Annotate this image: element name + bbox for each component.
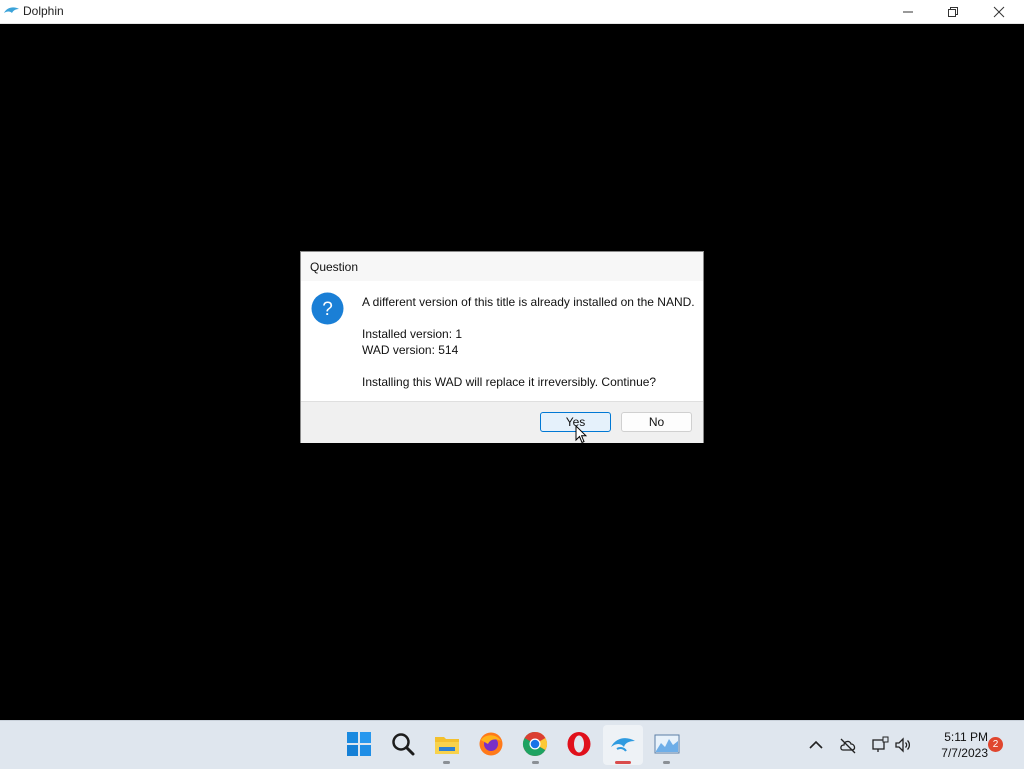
minimize-button[interactable] bbox=[885, 0, 931, 23]
mouse-cursor-icon bbox=[575, 425, 587, 444]
close-button[interactable] bbox=[976, 0, 1022, 23]
dialog-message: A different version of this title is alr… bbox=[362, 295, 695, 309]
windows-start-icon[interactable] bbox=[346, 731, 372, 757]
firefox-icon[interactable] bbox=[478, 731, 504, 757]
no-button[interactable]: No bbox=[621, 412, 692, 432]
volume-icon[interactable] bbox=[894, 736, 912, 754]
chrome-running-indicator bbox=[532, 761, 539, 764]
restore-icon bbox=[948, 7, 958, 17]
svg-text:?: ? bbox=[322, 299, 333, 320]
chrome-icon[interactable] bbox=[522, 731, 548, 757]
network-icon[interactable] bbox=[871, 736, 889, 754]
dolphin-icon[interactable] bbox=[610, 731, 636, 757]
dialog-title: Question bbox=[310, 260, 359, 274]
wad-version-text: WAD version: 514 bbox=[362, 343, 459, 357]
installed-version-text: Installed version: 1 bbox=[362, 327, 463, 341]
chevron-up-icon[interactable] bbox=[807, 736, 825, 754]
resource-monitor-running-indicator bbox=[663, 761, 670, 764]
search-icon[interactable] bbox=[390, 731, 416, 757]
question-dialog: Question ? A different version of this t… bbox=[300, 251, 704, 443]
confirm-text: Installing this WAD will replace it irre… bbox=[362, 375, 657, 389]
clock-time: 5:11 PM bbox=[944, 730, 988, 744]
resource-monitor-icon[interactable] bbox=[654, 731, 680, 757]
file-explorer-icon[interactable] bbox=[434, 731, 460, 757]
dialog-titlebar: Question bbox=[301, 252, 703, 281]
system-clock[interactable]: 5:11 PM 7/7/2023 bbox=[922, 729, 988, 761]
close-icon bbox=[993, 6, 1005, 18]
notification-badge[interactable]: 2 bbox=[988, 737, 1003, 752]
opera-icon[interactable] bbox=[566, 731, 592, 757]
dolphin-active-indicator bbox=[615, 761, 631, 764]
file-explorer-running-indicator bbox=[443, 761, 450, 764]
question-icon: ? bbox=[311, 292, 344, 325]
window-title: Dolphin bbox=[23, 4, 64, 18]
taskbar: 5:11 PM 7/7/2023 2 bbox=[0, 720, 1024, 769]
dolphin-icon bbox=[4, 7, 19, 13]
restore-button[interactable] bbox=[930, 0, 976, 23]
minimize-icon bbox=[903, 11, 913, 13]
clock-date: 7/7/2023 bbox=[941, 746, 988, 760]
dialog-button-bar: Yes No bbox=[301, 401, 703, 443]
window-titlebar: Dolphin bbox=[0, 0, 1024, 24]
onedrive-offline-icon[interactable] bbox=[839, 736, 857, 754]
